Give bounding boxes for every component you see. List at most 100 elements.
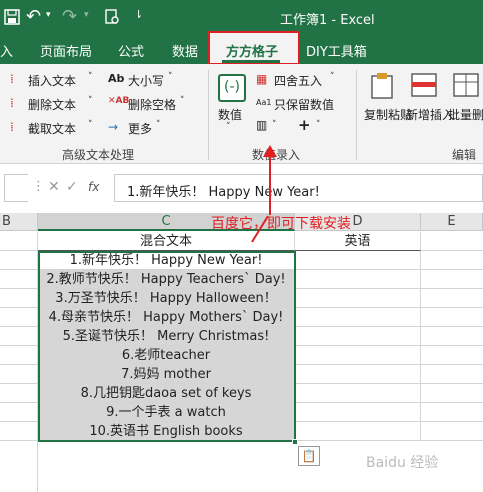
delete-text-icon: ⁞	[10, 96, 14, 110]
redo-dropdown-icon[interactable]: ▾	[84, 10, 89, 20]
redo-icon[interactable]: ↷	[62, 6, 77, 27]
cell-mixed-text[interactable]: 8.几把钥匙daoa set of keys	[38, 384, 295, 403]
cell-header-english[interactable]: 英语	[295, 232, 421, 251]
cell-mixed-text[interactable]: 4.母亲节快乐！ Happy Mothers` Day!	[38, 308, 295, 327]
paste-options-icon[interactable]: 📋	[298, 446, 320, 466]
table-row: 2.教师节快乐！ Happy Teachers` Day!	[0, 270, 483, 289]
name-box[interactable]	[4, 174, 28, 202]
cell[interactable]	[421, 289, 483, 308]
chevron-down-icon[interactable]: ˅	[88, 96, 93, 106]
numeric-icon[interactable]: (-)	[218, 74, 246, 102]
fx-icon[interactable]: fx	[88, 180, 99, 194]
chevron-down-icon[interactable]: ˅	[180, 96, 185, 106]
cell-mixed-text[interactable]: 6.老师teacher	[38, 346, 295, 365]
cell-english[interactable]	[295, 365, 421, 384]
round-icon: ▦	[256, 72, 268, 86]
save-icon[interactable]	[4, 9, 20, 25]
cell[interactable]	[421, 270, 483, 289]
chevron-down-icon[interactable]: ˅	[88, 72, 93, 82]
insert-rows-icon[interactable]	[410, 72, 438, 100]
cell-mixed-text[interactable]: 7.妈妈 mother	[38, 365, 295, 384]
cell[interactable]	[421, 346, 483, 365]
cell[interactable]	[421, 365, 483, 384]
cell-mixed-text[interactable]: 3.万圣节快乐！ Happy Halloween！	[38, 289, 295, 308]
tab-data[interactable]: 数据	[172, 41, 198, 60]
fill-handle[interactable]	[292, 439, 298, 445]
formula-content: 1.新年快乐！ Happy New Year!	[127, 185, 320, 200]
table-row: 6.老师teacher	[0, 346, 483, 365]
cell[interactable]	[421, 251, 483, 270]
cell-english[interactable]	[295, 308, 421, 327]
copy-paste-button[interactable]: 复制粘贴	[364, 106, 412, 123]
round-button[interactable]: 四舍五入	[274, 72, 322, 89]
cell[interactable]	[421, 327, 483, 346]
table-row: 10.英语书 English books	[0, 422, 483, 441]
tab-diy-toolbox[interactable]: DIY工具箱	[306, 41, 367, 60]
cell[interactable]	[421, 308, 483, 327]
cell-english[interactable]	[295, 422, 421, 441]
cancel-icon[interactable]: ✕	[48, 179, 60, 195]
cut-text-button[interactable]: 截取文本	[28, 120, 76, 137]
chevron-down-icon[interactable]: ˅	[168, 72, 173, 82]
cell-english[interactable]	[295, 327, 421, 346]
table-row: 9.一个手表 a watch	[0, 403, 483, 422]
watermark: Baidu 经验	[366, 455, 439, 471]
annotation-arrow-up	[263, 145, 277, 215]
tab-fangfanggezi[interactable]: 方方格子	[226, 41, 278, 60]
chevron-down-icon[interactable]: ˅	[156, 120, 161, 130]
case-button[interactable]: 大小写	[128, 72, 164, 89]
cell-mixed-text[interactable]: 5.圣诞节快乐！ Merry Christmas!	[38, 327, 295, 346]
print-preview-icon[interactable]	[104, 9, 120, 25]
delete-text-button[interactable]: 删除文本	[28, 96, 76, 113]
cell-english[interactable]	[295, 403, 421, 422]
column-header-b[interactable]: B	[0, 213, 38, 231]
table-row: 3.万圣节快乐！ Happy Halloween！	[0, 289, 483, 308]
options-icon[interactable]: ⋮	[32, 179, 45, 194]
cell-mixed-text[interactable]: 9.一个手表 a watch	[38, 403, 295, 422]
clipboard-icon[interactable]	[368, 72, 396, 100]
chevron-down-icon[interactable]: ˅	[272, 120, 277, 130]
cell[interactable]	[421, 422, 483, 441]
formula-input[interactable]: 1.新年快乐！ Happy New Year!	[114, 174, 483, 202]
keep-numeric-button[interactable]: 只保留数值	[274, 96, 334, 113]
customize-qat-icon[interactable]: ⇂	[134, 8, 143, 21]
table-row: 5.圣诞节快乐！ Merry Christmas!	[0, 327, 483, 346]
batch-delete-icon[interactable]	[452, 72, 480, 100]
cell[interactable]	[0, 232, 38, 251]
chevron-down-icon[interactable]: ˅	[226, 122, 231, 132]
more-icon: →	[108, 120, 119, 134]
table-row: 4.母亲节快乐！ Happy Mothers` Day!	[0, 308, 483, 327]
table-icon[interactable]: ▥	[256, 118, 267, 132]
tab-insert[interactable]: 入	[0, 41, 13, 60]
insert-text-button[interactable]: 插入文本	[28, 72, 76, 89]
undo-dropdown-icon[interactable]: ▾	[46, 10, 51, 20]
cell[interactable]	[421, 403, 483, 422]
cell-english[interactable]	[295, 251, 421, 270]
tab-page-layout[interactable]: 页面布局	[40, 41, 92, 60]
cell-english[interactable]	[295, 270, 421, 289]
cell-english[interactable]	[295, 289, 421, 308]
cell-mixed-text[interactable]: 10.英语书 English books	[38, 422, 295, 441]
batch-delete-button[interactable]: 批量删除	[448, 106, 483, 123]
chevron-down-icon[interactable]: ˅	[330, 72, 335, 82]
cell[interactable]	[421, 384, 483, 403]
numeric-button[interactable]: 数值	[218, 106, 242, 123]
tab-formulas[interactable]: 公式	[118, 41, 144, 60]
cell-mixed-text[interactable]: 2.教师节快乐！ Happy Teachers` Day!	[38, 270, 295, 289]
chevron-down-icon[interactable]: ˅	[88, 120, 93, 130]
cell-english[interactable]	[295, 346, 421, 365]
confirm-icon[interactable]: ✓	[66, 179, 78, 195]
cell-english[interactable]	[295, 384, 421, 403]
case-icon: Ab	[108, 72, 125, 85]
remove-space-icon: ✕AB	[108, 96, 130, 106]
window-title: 工作簿1 - Excel	[280, 13, 375, 28]
column-header-e[interactable]: E	[421, 213, 483, 231]
undo-icon[interactable]: ↶	[26, 6, 41, 27]
cell[interactable]	[421, 232, 483, 251]
table-row: 7.妈妈 mother	[0, 365, 483, 384]
new-insert-button[interactable]: 新增插入	[406, 106, 454, 123]
plus-icon[interactable]: +	[298, 116, 311, 134]
remove-space-button[interactable]: 删除空格	[128, 96, 176, 113]
chevron-down-icon[interactable]: ˅	[316, 120, 321, 130]
more-button[interactable]: 更多	[128, 120, 152, 137]
